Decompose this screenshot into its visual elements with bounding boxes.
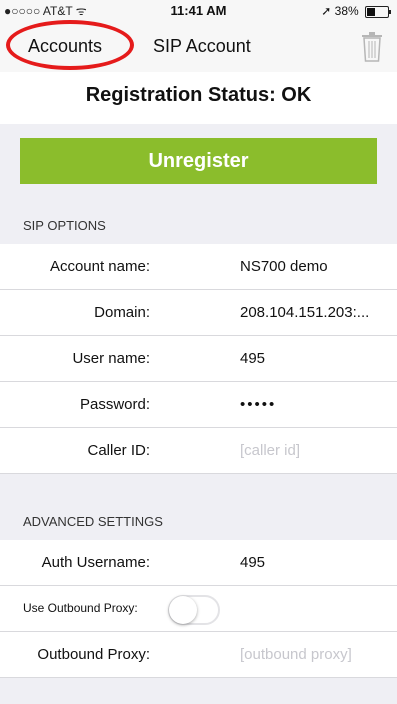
domain-value[interactable]: 208.104.151.203:... bbox=[240, 304, 369, 321]
accounts-back-button[interactable]: Accounts bbox=[28, 36, 102, 57]
page-title: SIP Account bbox=[153, 36, 251, 56]
advanced-settings-header: ADVANCED SETTINGS bbox=[23, 514, 163, 529]
outbound-proxy-field[interactable]: [outbound proxy] bbox=[240, 646, 352, 663]
outbound-proxy-row[interactable]: Outbound Proxy: [outbound proxy] bbox=[0, 632, 397, 678]
password-value[interactable]: ••••• bbox=[240, 396, 276, 413]
use-outbound-proxy-row: Use Outbound Proxy: bbox=[0, 586, 397, 632]
domain-label: Domain: bbox=[94, 304, 150, 321]
unregister-button[interactable]: Unregister bbox=[20, 138, 377, 184]
user-name-value[interactable]: 495 bbox=[240, 350, 265, 367]
registration-status: Registration Status: OK bbox=[0, 72, 397, 124]
account-name-label: Account name: bbox=[49, 258, 150, 275]
sip-options-header: SIP OPTIONS bbox=[23, 218, 106, 233]
toggle-knob bbox=[169, 596, 197, 624]
auth-username-label: Auth Username: bbox=[41, 554, 150, 571]
use-outbound-proxy-toggle[interactable] bbox=[168, 595, 220, 625]
password-label: Password: bbox=[79, 396, 150, 413]
caller-id-row[interactable]: Caller ID: [caller id] bbox=[0, 428, 397, 474]
trash-icon[interactable] bbox=[361, 32, 383, 62]
battery-fill bbox=[367, 7, 375, 16]
navigation-bar: Accounts SIP Account bbox=[0, 22, 397, 72]
battery-icon bbox=[365, 5, 391, 18]
auth-username-value[interactable]: 495 bbox=[240, 554, 265, 571]
user-name-row[interactable]: User name: 495 bbox=[0, 336, 397, 382]
caller-id-field[interactable]: [caller id] bbox=[240, 442, 300, 459]
domain-row[interactable]: Domain: 208.104.151.203:... bbox=[0, 290, 397, 336]
battery-text: ➚ 38% bbox=[321, 4, 359, 18]
account-name-value[interactable]: NS700 demo bbox=[240, 258, 328, 275]
user-name-label: User name: bbox=[72, 350, 150, 367]
battery-indicator: ➚ 38% bbox=[321, 0, 391, 22]
account-name-row[interactable]: Account name: NS700 demo bbox=[0, 244, 397, 290]
caller-id-label: Caller ID: bbox=[87, 442, 150, 459]
password-row[interactable]: Password: ••••• bbox=[0, 382, 397, 428]
status-bar: ●○○○○ AT&T ᯤ 11:41 AM ➚ 38% bbox=[0, 0, 397, 22]
settings-content: Registration Status: OK Unregister SIP O… bbox=[0, 72, 397, 704]
outbound-proxy-label: Outbound Proxy: bbox=[37, 646, 150, 663]
auth-username-row[interactable]: Auth Username: 495 bbox=[0, 540, 397, 586]
use-outbound-proxy-label: Use Outbound Proxy: bbox=[23, 601, 138, 615]
